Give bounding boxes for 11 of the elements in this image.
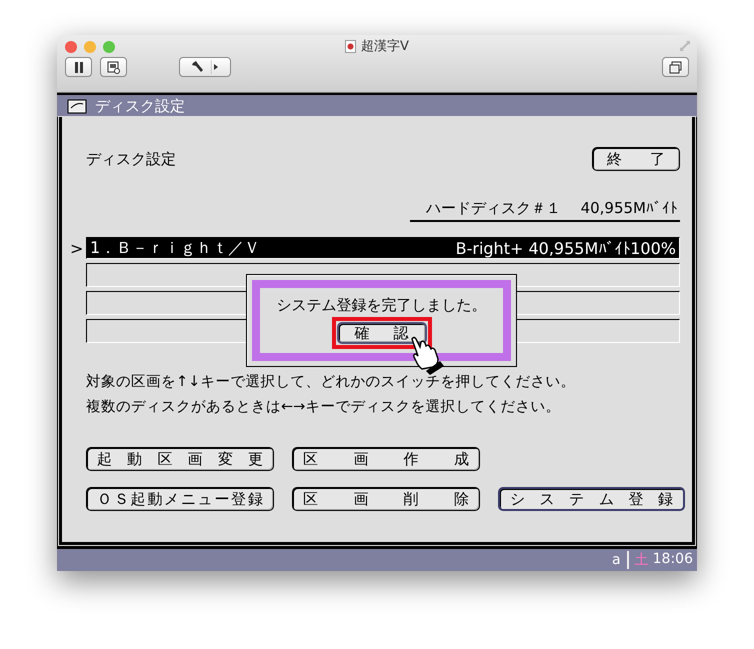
window-title: 超漢字V xyxy=(361,38,409,55)
heading: ディスク設定 xyxy=(86,150,176,168)
panel-title: ディスク設定 xyxy=(95,96,185,116)
dialog-message: システム登録を完了しました。 xyxy=(276,296,486,315)
input-mode: a xyxy=(611,552,622,568)
disk-label: ハードディスク＃１ 40,955Mﾊﾞｲﾄ xyxy=(410,199,680,222)
instruction-text: 対象の区画を↑↓キーで選択して、どれかのスイッチを押してください。 xyxy=(86,372,576,392)
instruction-text: 複数のディスクがあるときは←→キーでディスクを選択してください。 xyxy=(86,398,562,417)
clock-time: 18:06 xyxy=(652,551,693,569)
pointer: > xyxy=(70,238,84,258)
weekday: 土 xyxy=(634,551,649,569)
